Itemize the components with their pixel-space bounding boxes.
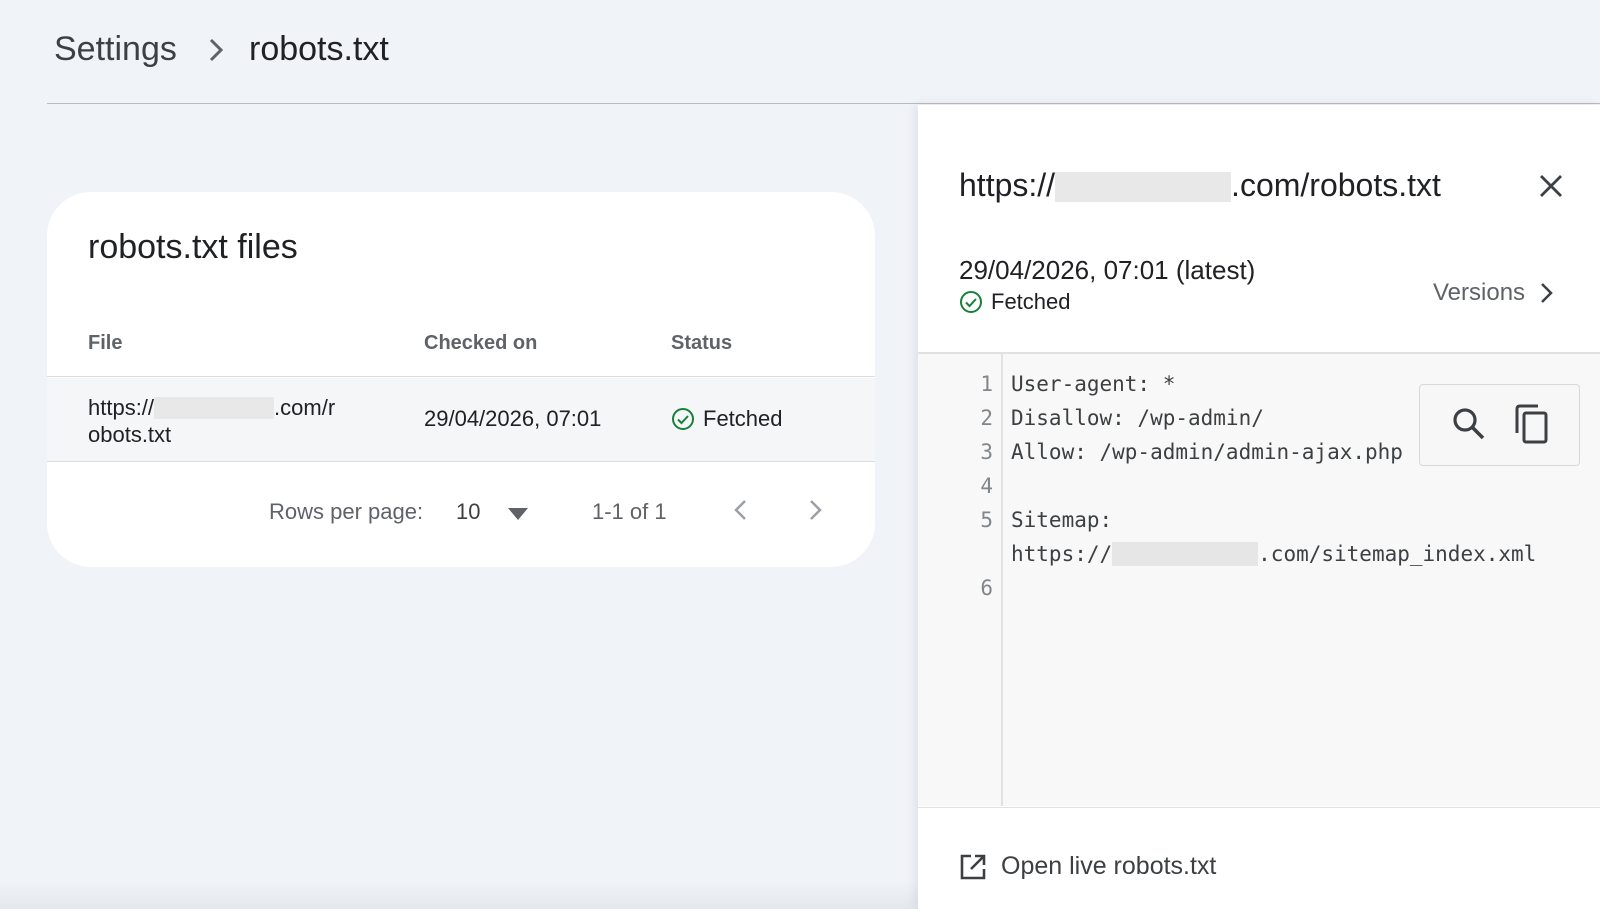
page-range: 1-1 of 1 bbox=[592, 499, 667, 524]
search-icon[interactable] bbox=[1450, 405, 1488, 443]
file-url-suffix: .com/r bbox=[274, 395, 336, 420]
rows-per-page-label: Rows per page: bbox=[269, 499, 424, 524]
code-line: Disallow: /wp-admin/ bbox=[1011, 406, 1264, 430]
code-line: Sitemap: bbox=[1011, 508, 1113, 532]
column-header-checked-on: Checked on bbox=[424, 332, 538, 354]
status-cell: Fetched bbox=[671, 406, 783, 432]
fetch-status-label: Fetched bbox=[991, 289, 1071, 314]
file-url-prefix: https:// bbox=[88, 395, 155, 420]
line-number: 5 bbox=[980, 508, 993, 532]
breadcrumb-settings[interactable]: Settings bbox=[54, 30, 177, 69]
chevron-right-icon[interactable] bbox=[804, 495, 828, 525]
versions-button[interactable]: Versions bbox=[1433, 279, 1555, 307]
fetch-date: 29/04/2026, 07:01 (latest) bbox=[959, 255, 1256, 285]
line-number: 6 bbox=[980, 576, 993, 600]
column-header-file: File bbox=[88, 332, 123, 354]
panel-title-prefix: https:// bbox=[959, 167, 1056, 203]
page-title: robots.txt bbox=[249, 30, 389, 68]
fetch-status: Fetched bbox=[959, 289, 1071, 315]
table-header: File Checked on Status bbox=[47, 322, 875, 377]
versions-label: Versions bbox=[1433, 279, 1526, 306]
file-cell: https:// .com/r obots.txt bbox=[88, 394, 358, 448]
panel-title-suffix: .com/robots.txt bbox=[1231, 167, 1441, 203]
column-header-status: Status bbox=[671, 332, 733, 354]
close-icon[interactable] bbox=[1536, 171, 1566, 201]
check-circle-icon bbox=[672, 408, 694, 430]
code-line: User-agent: * bbox=[1011, 372, 1176, 396]
status-label: Fetched bbox=[703, 406, 783, 431]
panel-title: https:// .com/robots.txt bbox=[959, 167, 1441, 204]
card-title: robots.txt files bbox=[88, 228, 298, 266]
panel-footer: Open live robots.txt bbox=[918, 807, 1600, 909]
code-line: https:// .com/sitemap_index.xml bbox=[1011, 542, 1536, 566]
redacted-domain bbox=[1112, 542, 1259, 566]
check-circle-icon bbox=[960, 291, 982, 313]
file-url-line2: obots.txt bbox=[88, 422, 172, 447]
page-shadow bbox=[0, 881, 918, 909]
table-row[interactable]: https:// .com/r obots.txt 29/04/2026, 07:… bbox=[47, 378, 875, 462]
sitemap-url-prefix: https:// bbox=[1011, 542, 1113, 566]
line-number: 3 bbox=[980, 440, 993, 464]
chevron-right-icon bbox=[209, 38, 224, 62]
chevron-left-icon[interactable] bbox=[728, 495, 752, 525]
line-number-gutter: 1 2 3 4 5 6 bbox=[918, 354, 1003, 806]
robots-files-card: robots.txt files File Checked on Status … bbox=[47, 192, 875, 567]
robots-code-viewer[interactable]: 1 2 3 4 5 6 User-agent: * Disallow: /wp-… bbox=[918, 354, 1600, 806]
line-number: 4 bbox=[980, 474, 993, 498]
robots-detail-panel: https:// .com/robots.txt 29/04/2026, 07:0… bbox=[918, 105, 1600, 909]
code-toolbar bbox=[1419, 384, 1580, 466]
line-number: 2 bbox=[980, 406, 993, 430]
code-line: Allow: /wp-admin/admin-ajax.php bbox=[1011, 440, 1403, 464]
dropdown-arrow-icon[interactable] bbox=[508, 508, 528, 520]
redacted-domain bbox=[154, 397, 275, 419]
checked-on-cell: 29/04/2026, 07:01 bbox=[424, 406, 602, 431]
chevron-right-icon bbox=[1541, 283, 1553, 303]
redacted-domain bbox=[1055, 172, 1232, 202]
open-in-new-icon bbox=[960, 854, 986, 879]
pagination: Rows per page: 10 1-1 of 1 bbox=[47, 463, 875, 563]
rows-per-page-select[interactable]: 10 bbox=[456, 499, 480, 525]
line-number: 1 bbox=[980, 372, 993, 396]
breadcrumb: Settings robots.txt bbox=[47, 0, 1600, 104]
open-live-label: Open live robots.txt bbox=[1001, 852, 1217, 880]
copy-icon[interactable] bbox=[1512, 403, 1550, 445]
sitemap-url-suffix: .com/sitemap_index.xml bbox=[1258, 542, 1537, 566]
open-live-link[interactable]: Open live robots.txt bbox=[959, 852, 1216, 881]
